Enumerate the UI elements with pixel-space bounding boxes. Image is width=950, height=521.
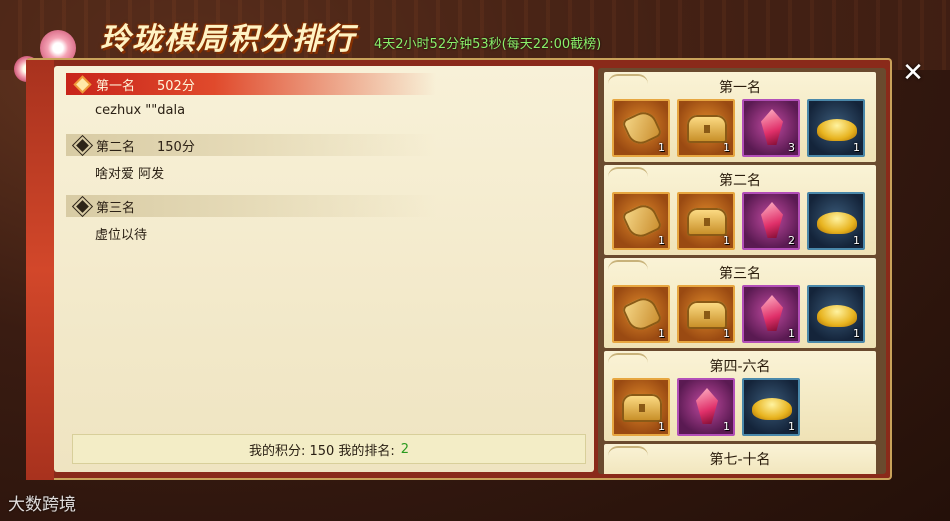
watermark-text: 大数跨境 bbox=[8, 495, 76, 515]
gold-ingot-icon bbox=[817, 119, 857, 141]
decorative-side-strip bbox=[26, 60, 54, 480]
item-quantity: 1 bbox=[723, 327, 730, 340]
countdown-timer: 4天2小时52分钟53秒(每天22:00截榜) bbox=[374, 37, 602, 52]
my-score-bar: 我的积分: 150 我的排名: 2 bbox=[72, 434, 586, 464]
close-button[interactable]: ✕ bbox=[898, 58, 928, 88]
rank-label: 第一名 bbox=[96, 78, 136, 94]
item-quantity: 1 bbox=[658, 234, 665, 247]
reward-item-chest[interactable]: 1 bbox=[677, 192, 735, 250]
my-rank-value: 2 bbox=[400, 441, 410, 457]
reward-tier-4: 第四-六名 1 1 1 bbox=[604, 351, 876, 441]
rank-score: 150分 bbox=[157, 139, 195, 155]
reward-item-ingot[interactable]: 1 bbox=[807, 99, 865, 157]
reward-item-crystal[interactable]: 2 bbox=[742, 192, 800, 250]
reward-tier-title: 第三名 bbox=[719, 266, 761, 282]
rewards-list[interactable]: 第一名 1 1 3 1 第二名 1 1 2 1 第三名 1 1 1 1 第四-六… bbox=[598, 68, 886, 474]
reward-item-ingot[interactable]: 1 bbox=[807, 285, 865, 343]
diamond-bullet-icon bbox=[76, 77, 89, 91]
item-quantity: 3 bbox=[788, 141, 795, 154]
treasure-chest-icon bbox=[687, 115, 727, 143]
treasure-chest-icon bbox=[687, 301, 727, 329]
item-quantity: 1 bbox=[853, 327, 860, 340]
rank-score: 502分 bbox=[157, 78, 195, 94]
reward-tier-1: 第一名 1 1 3 1 bbox=[604, 72, 876, 162]
reward-item-ingot[interactable]: 1 bbox=[742, 378, 800, 436]
scroll-icon bbox=[621, 200, 663, 242]
reward-item-chest[interactable]: 1 bbox=[612, 378, 670, 436]
reward-tier-title: 第一名 bbox=[719, 80, 761, 96]
gold-ingot-icon bbox=[817, 305, 857, 327]
reward-tier-5: 第七-十名 bbox=[604, 444, 876, 474]
gold-ingot-icon bbox=[817, 212, 857, 234]
reward-item-scroll[interactable]: 1 bbox=[612, 285, 670, 343]
reward-item-scroll[interactable]: 1 bbox=[612, 99, 670, 157]
item-quantity: 1 bbox=[853, 141, 860, 154]
my-score-text: 我的积分: 150 我的排名: bbox=[248, 443, 395, 459]
reward-item-ingot[interactable]: 1 bbox=[807, 192, 865, 250]
rank-label: 第二名 bbox=[96, 139, 136, 155]
page-title: 玲珑棋局积分排行 bbox=[100, 22, 356, 57]
rank-row-3-members: 虚位以待 bbox=[95, 228, 148, 243]
reward-item-chest[interactable]: 1 bbox=[677, 99, 735, 157]
item-quantity: 1 bbox=[658, 327, 665, 340]
item-quantity: 1 bbox=[788, 327, 795, 340]
reward-tier-title: 第七-十名 bbox=[709, 452, 771, 468]
rank-row-3-header: 第三名 bbox=[66, 195, 436, 217]
item-quantity: 1 bbox=[658, 141, 665, 154]
reward-tier-3: 第三名 1 1 1 1 bbox=[604, 258, 876, 348]
diamond-bullet-icon bbox=[76, 138, 89, 152]
item-quantity: 2 bbox=[788, 234, 795, 247]
item-quantity: 1 bbox=[723, 420, 730, 433]
reward-item-crystal[interactable]: 1 bbox=[677, 378, 735, 436]
crystal-icon bbox=[761, 109, 783, 145]
reward-item-scroll[interactable]: 1 bbox=[612, 192, 670, 250]
treasure-chest-icon bbox=[687, 208, 727, 236]
rank-label: 第三名 bbox=[96, 200, 136, 216]
reward-item-crystal[interactable]: 3 bbox=[742, 99, 800, 157]
rank-row-1-header: 第一名 502分 bbox=[66, 73, 436, 95]
reward-item-chest[interactable]: 1 bbox=[677, 285, 735, 343]
rank-row-1-members: cezhux ""dala bbox=[95, 103, 186, 118]
reward-tier-title: 第二名 bbox=[719, 173, 761, 189]
crystal-icon bbox=[696, 388, 718, 424]
reward-item-crystal[interactable]: 1 bbox=[742, 285, 800, 343]
rank-row-2-members: 啥对爱 阿发 bbox=[95, 167, 165, 182]
crystal-icon bbox=[761, 295, 783, 331]
item-quantity: 1 bbox=[723, 234, 730, 247]
reward-tier-2: 第二名 1 1 2 1 bbox=[604, 165, 876, 255]
diamond-bullet-icon bbox=[76, 199, 89, 213]
scroll-icon bbox=[621, 293, 663, 335]
ranking-panel: 第一名 502分 cezhux ""dala 第二名 150分 啥对爱 阿发 第… bbox=[54, 66, 594, 472]
item-quantity: 1 bbox=[853, 234, 860, 247]
gold-ingot-icon bbox=[752, 398, 792, 420]
reward-tier-title: 第四-六名 bbox=[709, 359, 771, 375]
rank-row-2-header: 第二名 150分 bbox=[66, 134, 436, 156]
item-quantity: 1 bbox=[658, 420, 665, 433]
scroll-icon bbox=[621, 107, 663, 149]
item-quantity: 1 bbox=[788, 420, 795, 433]
item-quantity: 1 bbox=[723, 141, 730, 154]
crystal-icon bbox=[761, 202, 783, 238]
treasure-chest-icon bbox=[622, 394, 662, 422]
